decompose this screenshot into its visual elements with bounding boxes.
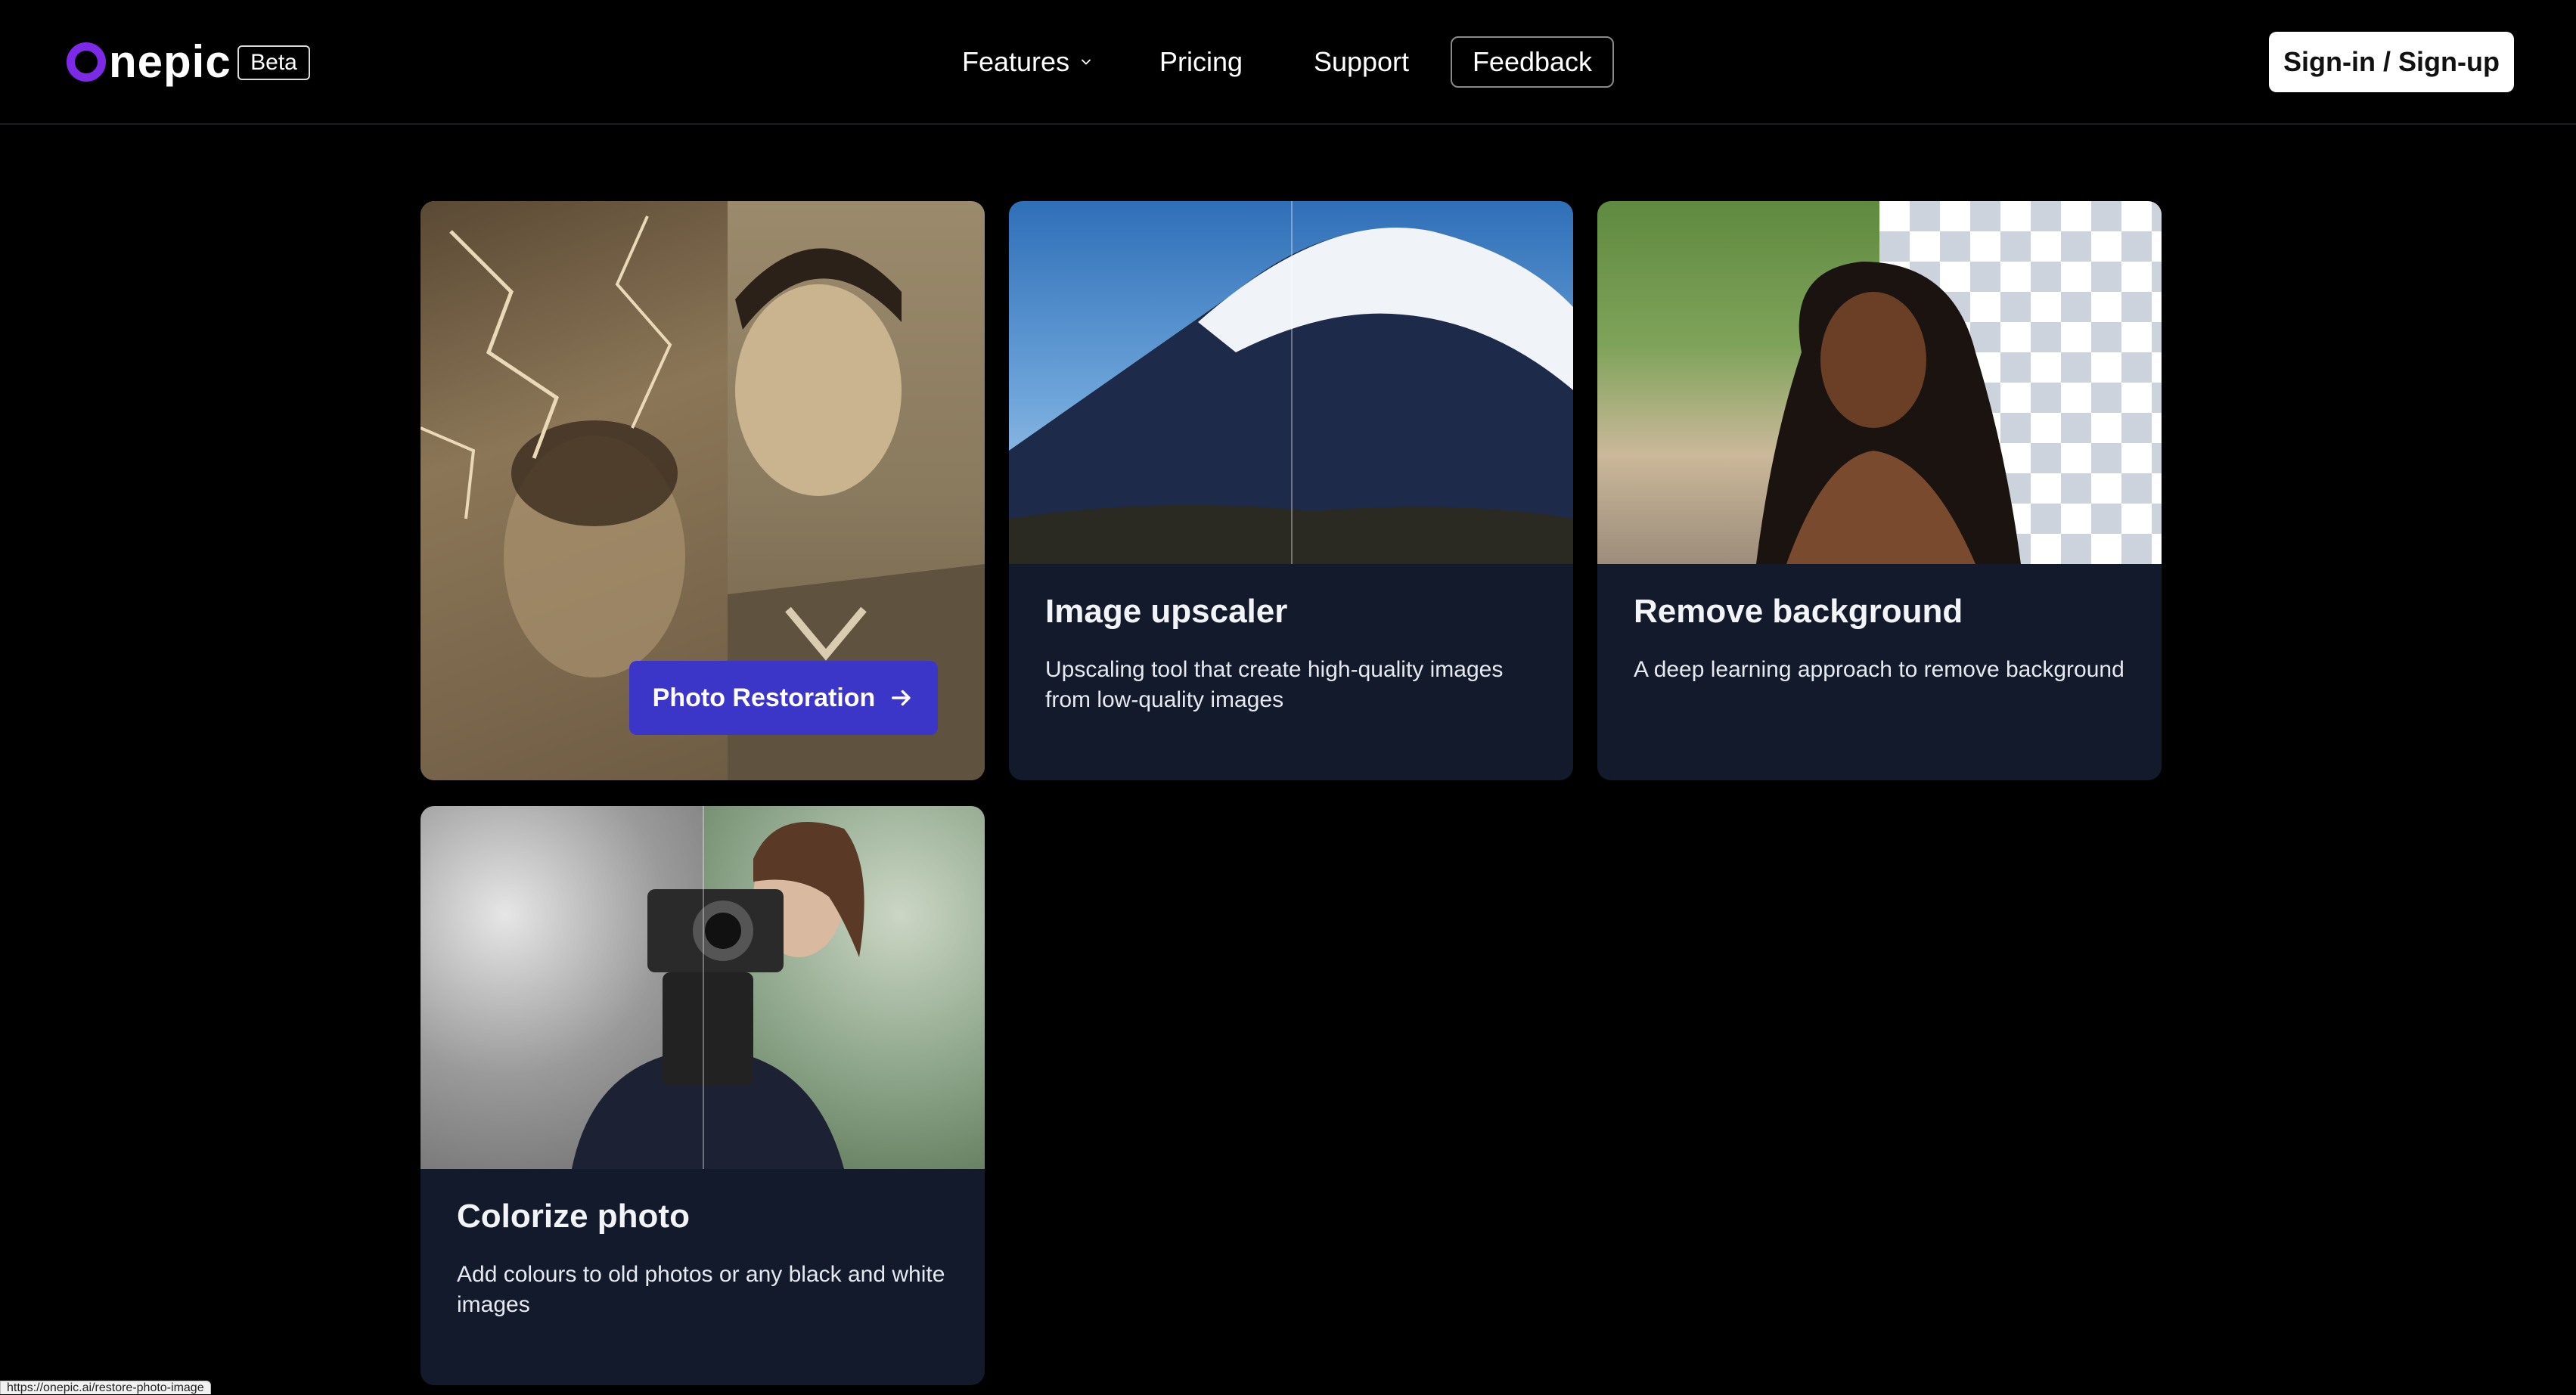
nav-features-label: Features xyxy=(962,46,1070,77)
image-upscaler-card[interactable]: Image upscaler Upscaling tool that creat… xyxy=(1009,201,1573,780)
colorize-photo-card[interactable]: Colorize photo Add colours to old photos… xyxy=(421,806,985,1385)
logo-text: nepic xyxy=(109,36,231,87)
comparison-divider xyxy=(1291,201,1293,564)
nav-pricing-link[interactable]: Pricing xyxy=(1154,35,1248,89)
signin-signup-button[interactable]: Sign-in / Sign-up xyxy=(2269,32,2514,92)
logo[interactable]: nepic xyxy=(67,35,231,89)
nav-features-dropdown[interactable]: Features xyxy=(962,35,1094,89)
comparison-divider xyxy=(703,806,704,1169)
card-description: A deep learning approach to remove backg… xyxy=(1634,657,2124,682)
photo-restoration-card[interactable]: Photo Restoration xyxy=(421,201,985,780)
photo-restoration-label: Photo Restoration xyxy=(652,683,876,712)
card-description: Add colours to old photos or any black a… xyxy=(457,1262,945,1317)
card-description: Upscaling tool that create high-quality … xyxy=(1045,657,1504,712)
chevron-down-icon xyxy=(1082,59,1091,65)
site-header: nepic Beta Features Pricing Support Feed… xyxy=(0,0,2576,125)
nav-support-link[interactable]: Support xyxy=(1308,35,1414,89)
card-title: Colorize photo xyxy=(457,1198,690,1235)
upscaler-preview-image xyxy=(1009,201,1573,564)
logo-ring-icon xyxy=(67,42,106,82)
remove-background-card[interactable]: Remove background A deep learning approa… xyxy=(1597,201,2162,780)
feedback-button[interactable]: Feedback xyxy=(1451,36,1614,88)
arrow-right-icon xyxy=(892,690,911,706)
colorize-preview-image xyxy=(421,806,985,1169)
card-title: Remove background xyxy=(1634,593,1963,630)
remove-background-preview-image xyxy=(1597,201,2162,564)
link-preview-status: https://onepic.ai/restore-photo-image xyxy=(0,1381,211,1394)
photo-restoration-button[interactable]: Photo Restoration xyxy=(629,661,938,735)
card-title: Image upscaler xyxy=(1045,593,1288,630)
beta-badge: Beta xyxy=(237,45,310,80)
woman-portrait-illustration xyxy=(1756,262,2021,564)
